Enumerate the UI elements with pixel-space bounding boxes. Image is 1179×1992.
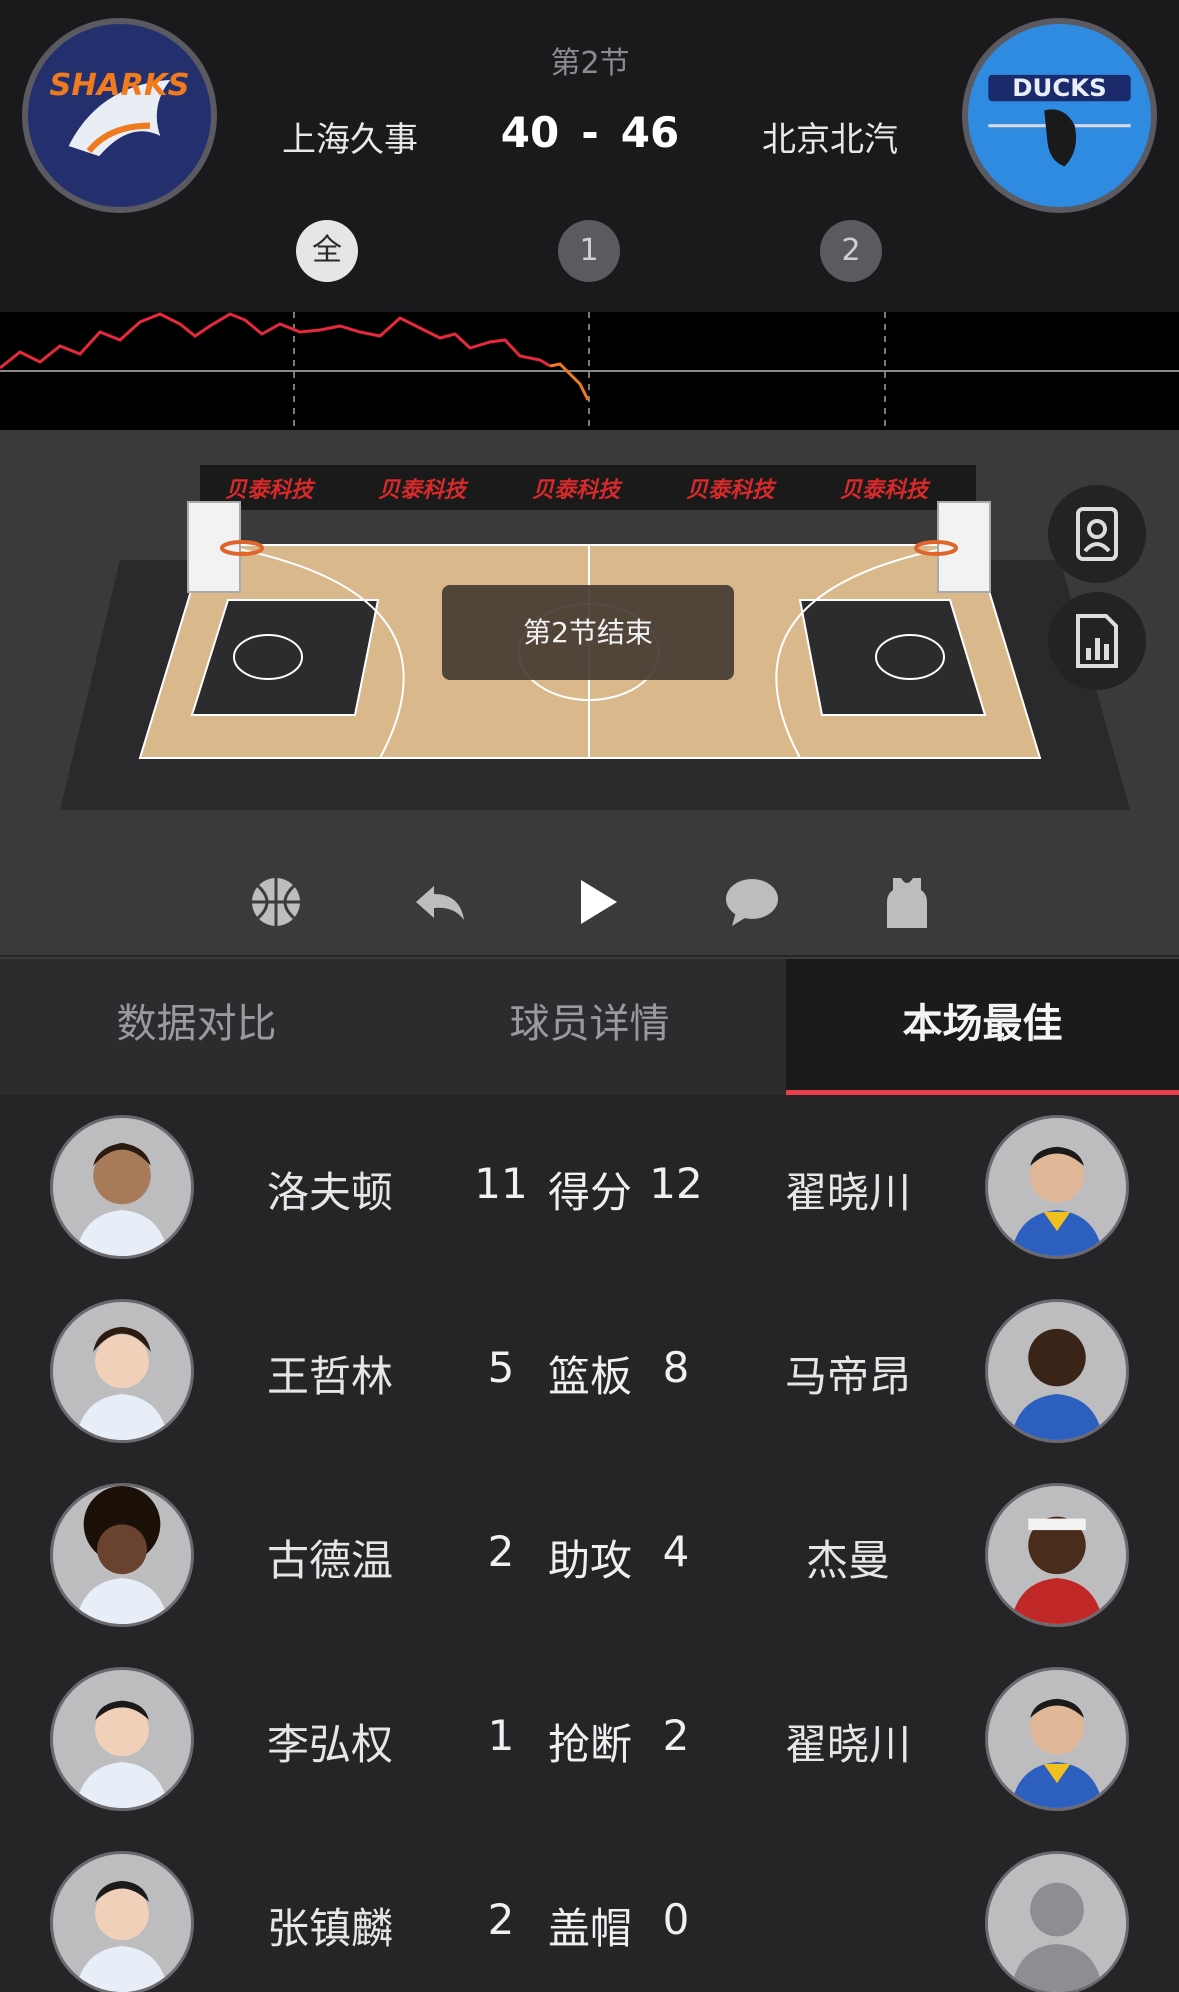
home-player-name: 古德温 <box>266 1536 393 1585</box>
tab-data-comparison[interactable]: 数据对比 <box>0 959 393 1095</box>
period-tab-1[interactable]: 1 <box>558 220 620 282</box>
home-stat-value: 2 <box>487 1527 515 1576</box>
home-player-name: 张镇麟 <box>266 1904 393 1953</box>
comment-icon <box>726 879 778 926</box>
away-team-logo[interactable]: DUCKS <box>962 18 1157 213</box>
svg-text:贝泰科技: 贝泰科技 <box>686 478 777 503</box>
roster-icon <box>1076 507 1118 561</box>
svg-text:贝泰科技: 贝泰科技 <box>378 478 469 503</box>
leader-row-rebounds: 王哲林 5 篮板 8 马帝昂 <box>0 1279 1179 1463</box>
away-stat-value: 8 <box>662 1343 690 1392</box>
stat-label: 盖帽 <box>547 1904 632 1953</box>
away-player-avatar-placeholder[interactable] <box>985 1851 1129 1992</box>
lineup-button[interactable] <box>877 872 937 932</box>
stat-label: 助攻 <box>547 1536 632 1585</box>
home-team-name: 上海久事 <box>282 120 418 160</box>
home-player-name: 洛夫顿 <box>266 1168 393 1217</box>
stats-tabs: 数据对比 球员详情 本场最佳 <box>0 957 1179 1096</box>
away-team-name: 北京北汽 <box>762 120 898 160</box>
home-score: 40 <box>500 108 560 157</box>
away-player-name: 马帝昂 <box>784 1352 911 1401</box>
tab-game-leaders[interactable]: 本场最佳 <box>786 959 1179 1095</box>
period-title: 第2节 <box>550 46 630 81</box>
tab-player-details[interactable]: 球员详情 <box>393 959 786 1095</box>
leader-row-points: 洛夫顿 11 得分 12 翟晓川 <box>0 1095 1179 1279</box>
away-player-name: 杰曼 <box>805 1536 890 1585</box>
away-player-avatar[interactable] <box>985 1483 1129 1627</box>
game-header: SHARKS 第2节 上海久事 40 - 46 北京北汽 DUCKS 全 1 2 <box>0 0 1179 312</box>
right-backboard <box>937 501 991 593</box>
leader-row-blocks: 张镇麟 2 盖帽 0 <box>0 1831 1179 1992</box>
away-stat-value: 2 <box>662 1711 690 1760</box>
period-tab-2[interactable]: 2 <box>820 220 882 282</box>
leader-row-steals: 李弘权 1 抢断 2 翟晓川 <box>0 1647 1179 1831</box>
stats-chart-icon <box>1076 614 1118 668</box>
score-trend-chart <box>0 312 1179 430</box>
comment-button[interactable] <box>722 872 782 932</box>
home-stat-value: 2 <box>487 1895 515 1944</box>
away-score: 46 <box>620 108 680 157</box>
stat-label: 篮板 <box>547 1352 632 1401</box>
home-player-name: 李弘权 <box>266 1720 393 1769</box>
home-player-avatar[interactable] <box>50 1299 194 1443</box>
away-player-avatar[interactable] <box>985 1299 1129 1443</box>
svg-text:贝泰科技: 贝泰科技 <box>532 478 623 503</box>
stat-label: 抢断 <box>547 1720 632 1769</box>
home-player-avatar[interactable] <box>50 1483 194 1627</box>
away-stat-value: 0 <box>662 1895 690 1944</box>
svg-text:SHARKS: SHARKS <box>49 68 189 103</box>
shot-chart-button[interactable] <box>246 872 306 932</box>
replay-button[interactable] <box>410 872 470 932</box>
away-stat-value: 12 <box>649 1159 703 1208</box>
basketball-icon <box>252 878 300 926</box>
home-player-avatar[interactable] <box>50 1667 194 1811</box>
stats-button[interactable] <box>1048 592 1146 690</box>
ducks-logo-icon: DUCKS <box>972 28 1147 203</box>
stat-label: 得分 <box>547 1168 632 1217</box>
away-player-name: 翟晓川 <box>784 1168 911 1217</box>
period-tab-all[interactable]: 全 <box>296 220 358 282</box>
home-player-avatar[interactable] <box>50 1115 194 1259</box>
game-leaders-list: 洛夫顿 11 得分 12 翟晓川 王哲林 5 篮板 8 马帝昂 古德温 2 助攻… <box>0 1095 1179 1992</box>
placeholder-person-icon <box>988 1854 1126 1992</box>
away-stat-value: 4 <box>662 1527 690 1576</box>
sharks-logo-icon: SHARKS <box>32 28 207 203</box>
playback-controls <box>0 850 1179 950</box>
home-player-avatar[interactable] <box>50 1851 194 1992</box>
jersey-icon <box>887 878 927 928</box>
home-stat-value: 11 <box>474 1159 528 1208</box>
replay-icon <box>416 886 464 920</box>
game-status-overlay: 第2节结束 <box>442 585 734 680</box>
court-area: 贝泰科技 贝泰科技 贝泰科技 贝泰科技 贝泰科技 第2节结束 <box>0 430 1179 955</box>
play-icon <box>581 880 617 924</box>
svg-text:贝泰科技: 贝泰科技 <box>840 478 931 503</box>
trend-line-away <box>549 362 590 401</box>
away-player-avatar[interactable] <box>985 1115 1129 1259</box>
left-backboard <box>187 501 241 593</box>
away-player-name: 翟晓川 <box>784 1720 911 1769</box>
home-stat-value: 1 <box>487 1711 515 1760</box>
roster-button[interactable] <box>1048 485 1146 583</box>
away-player-avatar[interactable] <box>985 1667 1129 1811</box>
home-player-name: 王哲林 <box>266 1352 393 1401</box>
svg-text:贝泰科技: 贝泰科技 <box>225 478 316 503</box>
trend-line-home <box>0 312 551 370</box>
leader-row-assists: 古德温 2 助攻 4 杰曼 <box>0 1463 1179 1647</box>
svg-text:DUCKS: DUCKS <box>1012 73 1106 102</box>
play-button[interactable] <box>567 872 627 932</box>
home-team-logo[interactable]: SHARKS <box>22 18 217 213</box>
home-stat-value: 5 <box>487 1343 515 1392</box>
